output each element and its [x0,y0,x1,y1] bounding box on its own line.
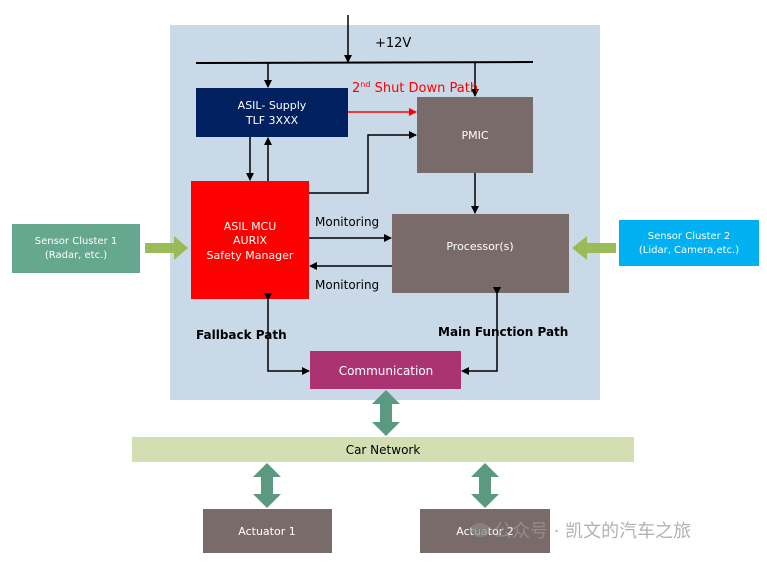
sensor-cluster-1-block [12,224,140,273]
sensor-cluster-1-line2: (Radar, etc.) [45,250,107,261]
sensor-cluster-2-block [619,220,759,266]
network-actuator-1-arrow [253,463,281,508]
power-bus [195,61,534,64]
shutdown-label: 2nd Shut Down Path [352,80,478,96]
power-label: +12V [375,36,411,51]
network-actuator-2-arrow [471,463,499,508]
asil-supply-block [196,88,348,137]
monitoring-label-bottom: Monitoring [315,278,379,292]
monitoring-label-top: Monitoring [315,215,379,229]
main-function-path-label: Main Function Path [438,325,568,339]
car-network-label: Car Network [346,443,421,457]
asil-supply-line2: TLF 3XXX [245,114,299,127]
sensor-cluster-2-line1: Sensor Cluster 2 [648,231,731,242]
fallback-path-label: Fallback Path [196,328,287,342]
processor-block [392,214,569,293]
system-diagram: +12V ASIL- Supply TLF 3XXX 2nd Shut Down… [12,15,759,553]
mcu-line1: ASIL MCU [224,220,277,233]
sensor-cluster-2-line2: (Lidar, Camera,etc.) [639,245,739,256]
mcu-line2: AURIX [233,234,267,247]
sensor-cluster-1-line1: Sensor Cluster 1 [35,236,118,247]
watermark-text: 公众号 · 凯文的汽车之旅 [494,521,691,542]
wechat-icon [471,523,489,537]
asil-supply-line1: ASIL- Supply [238,99,307,112]
mcu-line3: Safety Manager [207,249,294,262]
communication-label: Communication [339,364,434,378]
processor-label: Processor(s) [446,240,513,253]
pmic-label: PMIC [461,129,488,142]
actuator-1-label: Actuator 1 [238,525,295,538]
watermark: 公众号 · 凯文的汽车之旅 [471,521,691,542]
